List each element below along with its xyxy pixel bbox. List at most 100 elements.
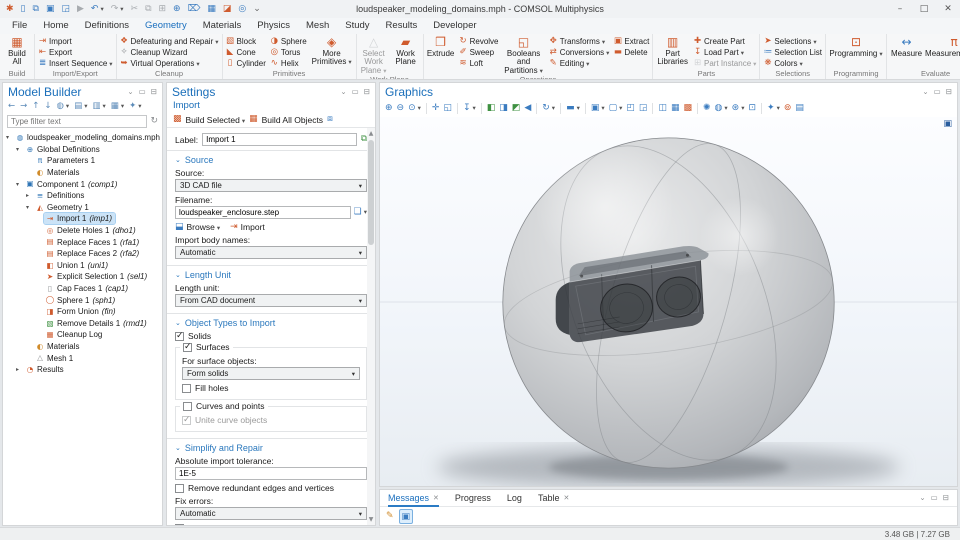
solids-checkbox[interactable]: [175, 332, 184, 341]
image-effects-icon[interactable]: ⊛: [732, 104, 745, 113]
simplify-curves-checkbox[interactable]: [175, 524, 184, 527]
tab-file[interactable]: File: [4, 18, 35, 34]
image-snapshot-icon[interactable]: ⊚: [784, 104, 792, 113]
panel-pin-icon[interactable]: ⊟: [943, 494, 949, 502]
transparency-icon[interactable]: ◫: [658, 104, 667, 113]
box-select-icon[interactable]: ◰: [626, 104, 635, 113]
zoom-out-icon[interactable]: ⊖: [397, 104, 405, 113]
close-tab-icon[interactable]: ✕: [563, 495, 569, 502]
tree-item-replace-faces-1[interactable]: ▤Replace Faces 1(rfa1): [3, 236, 162, 248]
search-icon[interactable]: ◎: [238, 5, 246, 14]
select-mode-icon[interactable]: ▣: [591, 104, 605, 113]
block-button[interactable]: ▧Block: [225, 36, 267, 47]
show-icon[interactable]: ◍: [57, 102, 70, 111]
scene-appearance-icon[interactable]: ▬: [566, 104, 580, 113]
new-file-icon[interactable]: ▯: [21, 5, 26, 14]
extract-button[interactable]: ▣Extract: [612, 36, 650, 47]
save-icon[interactable]: ▣: [46, 5, 55, 14]
export-button[interactable]: ⇤Export: [37, 47, 114, 58]
tree-item-cleanup-log[interactable]: ▦Cleanup Log: [3, 329, 162, 341]
view-zx-icon[interactable]: ◩: [512, 104, 521, 113]
customize-toolbar-icon[interactable]: ⌄: [253, 5, 261, 14]
section-source[interactable]: ⌄Source: [175, 155, 367, 165]
environment-icon[interactable]: ◍: [715, 104, 728, 113]
fill-holes-checkbox[interactable]: [182, 384, 191, 393]
body-names-select[interactable]: Automatic: [175, 246, 367, 259]
selection-list-button[interactable]: ≔Selection List: [762, 47, 823, 58]
tab-home[interactable]: Home: [35, 18, 76, 34]
zoom-box-icon[interactable]: ⊙: [408, 104, 421, 113]
length-unit-select[interactable]: From CAD document: [175, 294, 367, 307]
refresh-icon[interactable]: ↻: [150, 117, 158, 126]
tree-item-global-definitions[interactable]: ⊕Global Definitions: [3, 144, 162, 156]
helix-button[interactable]: ∿Helix: [269, 58, 308, 69]
deselect-icon[interactable]: ◲: [639, 104, 648, 113]
for-surface-objects-select[interactable]: Form solids: [182, 367, 360, 380]
panel-float-icon[interactable]: ▭: [352, 88, 359, 96]
loft-button[interactable]: ≋Loft: [458, 58, 500, 69]
tree-item-mesh[interactable]: △Mesh 1: [3, 352, 162, 364]
selections-button[interactable]: ➤Selections: [762, 36, 823, 47]
cylinder-button[interactable]: ▯Cylinder: [225, 58, 267, 69]
booleans-partitions-button[interactable]: ◱ Booleans and Partitions: [502, 35, 546, 75]
panel-float-icon[interactable]: ▭: [934, 88, 941, 96]
view-menu-icon[interactable]: ✦: [767, 104, 780, 113]
tree-item-delete-holes[interactable]: ◎Delete Holes 1(dho1): [3, 225, 162, 237]
work-plane-button[interactable]: ▰ Work Plane: [391, 35, 421, 75]
sweep-button[interactable]: ✐Sweep: [458, 47, 500, 58]
rotate-view-icon[interactable]: ↻: [542, 104, 555, 113]
mirror-view-icon[interactable]: ◀: [524, 104, 531, 113]
delete-button[interactable]: ▬Delete: [612, 47, 650, 58]
highlight-mode-icon[interactable]: ▢: [609, 104, 623, 113]
preview-icon[interactable]: ◲: [61, 5, 70, 14]
settings-scrollbar[interactable]: ▲ ▼: [367, 128, 375, 525]
tab-log[interactable]: Log: [507, 490, 522, 507]
view-orientation-icon[interactable]: ↧: [463, 104, 476, 113]
revolve-button[interactable]: ↻Revolve: [458, 36, 500, 47]
tab-physics[interactable]: Physics: [249, 18, 298, 34]
section-length-unit[interactable]: ⌄Length Unit: [175, 270, 367, 280]
maximize-button[interactable]: □: [912, 0, 936, 18]
move-down-icon[interactable]: ↓: [44, 102, 51, 111]
editing-button[interactable]: ✎Editing: [548, 58, 611, 69]
toolbar-more-icon[interactable]: ✦: [129, 102, 141, 111]
view-yz-icon[interactable]: ◨: [499, 104, 508, 113]
tree-item-materials-global[interactable]: ◐Materials: [3, 167, 162, 179]
move-up-icon[interactable]: ↑: [32, 102, 39, 111]
panel-menu-icon[interactable]: ⌄: [922, 88, 928, 96]
tab-messages[interactable]: Messages✕: [388, 490, 439, 507]
remove-redundant-row[interactable]: Remove redundant edges and vertices: [175, 483, 367, 493]
measurements-button[interactable]: π Measurements: [926, 35, 960, 69]
import-button[interactable]: ⇥Import: [37, 36, 114, 47]
zoom-extents-icon[interactable]: ◱: [443, 104, 452, 113]
close-tab-icon[interactable]: ✕: [433, 495, 439, 502]
fix-errors-select[interactable]: Automatic: [175, 507, 367, 520]
model-manager-icon[interactable]: ▦: [207, 5, 216, 14]
tree-item-sphere[interactable]: ◯Sphere 1(sph1): [3, 294, 162, 306]
conversions-button[interactable]: ⇄Conversions: [548, 47, 611, 58]
sphere-button[interactable]: ◑Sphere: [269, 36, 308, 47]
panel-pin-icon[interactable]: ⊟: [946, 88, 952, 96]
open-file-icon[interactable]: ⧉: [33, 5, 39, 14]
tab-results[interactable]: Results: [378, 18, 426, 34]
go-to-default-view-icon[interactable]: ✛: [432, 104, 440, 113]
panel-menu-icon[interactable]: ⌄: [127, 88, 133, 96]
tree-item-results[interactable]: ◔Results: [3, 364, 162, 376]
graphics-viewport[interactable]: ▣: [380, 117, 957, 486]
zoom-in-icon[interactable]: ⊕: [385, 104, 393, 113]
create-part-button[interactable]: ✚Create Part: [692, 36, 757, 47]
tree-item-materials-component[interactable]: ◐Materials: [3, 341, 162, 353]
tree-item-geometry[interactable]: ◭Geometry 1: [3, 202, 162, 214]
cone-button[interactable]: ◣Cone: [225, 47, 267, 58]
source-select[interactable]: 3D CAD file: [175, 179, 367, 192]
tab-geometry[interactable]: Geometry: [137, 18, 195, 34]
curves-points-checkbox[interactable]: [183, 402, 192, 411]
tab-materials[interactable]: Materials: [195, 18, 250, 34]
tree-item-definitions[interactable]: ≡Definitions: [3, 190, 162, 202]
build-all-objects-button[interactable]: Build All Objects: [262, 115, 323, 125]
forward-icon[interactable]: →: [20, 102, 27, 111]
tree-item-union[interactable]: ◧Union 1(uni1): [3, 260, 162, 272]
tab-mesh[interactable]: Mesh: [298, 18, 337, 34]
extrude-button[interactable]: ❒ Extrude: [426, 35, 456, 75]
duplicate-icon[interactable]: ⊕: [173, 5, 181, 14]
